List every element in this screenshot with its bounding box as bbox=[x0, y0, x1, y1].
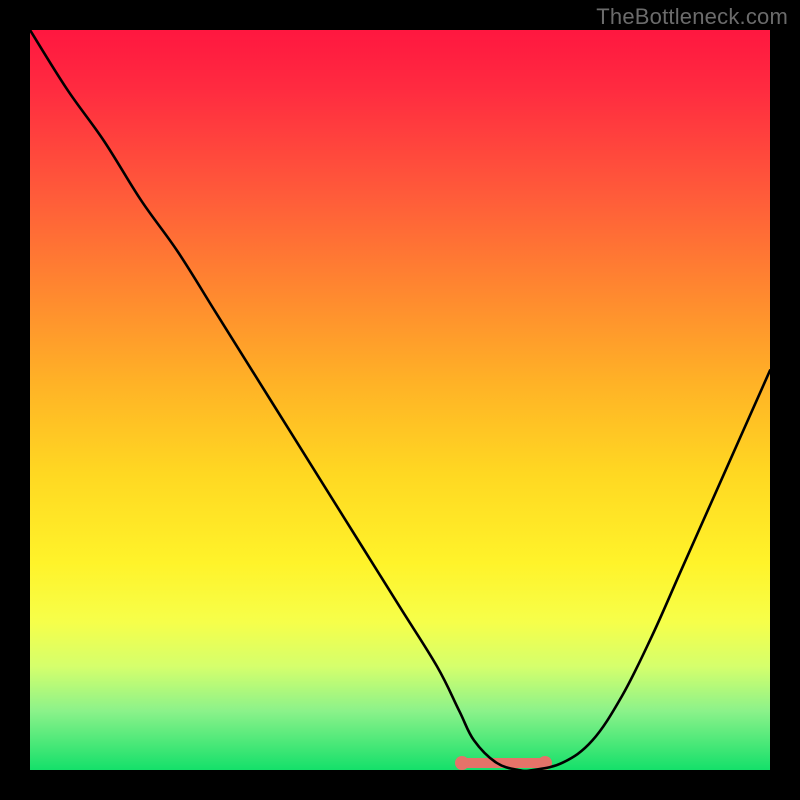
bottleneck-curve-line bbox=[30, 30, 770, 770]
watermark-text: TheBottleneck.com bbox=[596, 4, 788, 30]
chart-frame: TheBottleneck.com bbox=[0, 0, 800, 800]
plot-area bbox=[30, 30, 770, 770]
